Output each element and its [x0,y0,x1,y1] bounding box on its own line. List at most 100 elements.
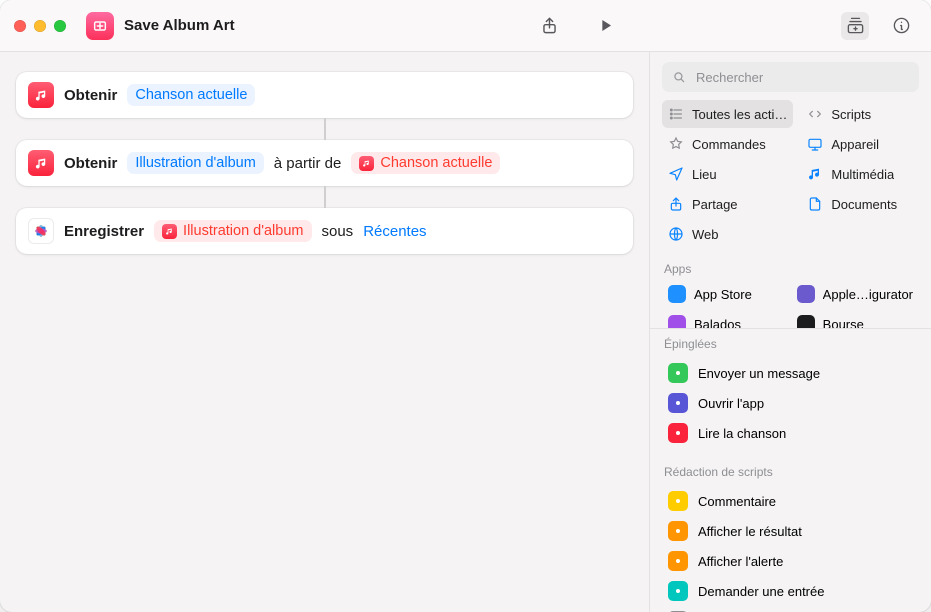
apps-section-title: Apps [650,254,931,280]
library-action-item[interactable]: Afficher l'alerte [662,547,919,575]
category-item[interactable]: Appareil [801,130,919,158]
app-item[interactable]: Bourse [791,310,919,328]
scripting-list: Commentaire Afficher le résultat Afficher … [650,483,931,612]
library-action-item[interactable]: Envoyer un message [662,359,919,387]
media-icon [807,166,823,182]
app-label: Bourse [823,317,864,329]
pinned-list: Envoyer un message Ouvrir l'app Lire la ch… [650,355,931,457]
script-icon [807,106,823,122]
category-label: Appareil [831,137,879,152]
action-row-label: Envoyer un message [698,366,820,381]
category-grid: Toutes les acti… Scripts Commandes Appareil… [650,100,931,254]
action-row-label: Ouvrir l'app [698,396,764,411]
library-action-item[interactable]: Commentaire [662,487,919,515]
music-mini-icon [162,224,177,239]
star-icon [668,136,684,152]
category-item[interactable]: Multimédia [801,160,919,188]
shortcut-icon [86,12,114,40]
action-row-icon [668,551,688,571]
library-action-item[interactable]: Ouvrir l'app [662,389,919,417]
action-connector [324,118,326,140]
zoom-window-button[interactable] [54,20,66,32]
library-toggle-button[interactable] [841,12,869,40]
library-action-item[interactable]: Afficher le résultat [662,517,919,545]
app-label: App Store [694,287,752,302]
category-label: Partage [692,197,738,212]
share-icon [668,196,684,212]
category-label: Multimédia [831,167,894,182]
action-text: à partir de [274,155,342,172]
action-verb: Obtenir [64,155,117,172]
search-field[interactable] [662,62,919,92]
scripting-section-title: Rédaction de scripts [650,457,931,483]
action-save-to-photos[interactable]: Enregistrer Illustration d'album sous Ré… [16,208,633,254]
action-row-label: Demander une entrée [698,584,824,599]
minimize-window-button[interactable] [34,20,46,32]
close-window-button[interactable] [14,20,26,32]
toolbar-actions [535,12,619,40]
action-row-label: Afficher le résultat [698,524,802,539]
library-action-item[interactable]: Demander une entrée [662,577,919,605]
category-label: Web [692,227,719,242]
share-button[interactable] [535,12,563,40]
action-row-icon [668,363,688,383]
action-row-icon [668,521,688,541]
category-item[interactable]: Scripts [801,100,919,128]
app-icon [668,315,686,328]
app-item[interactable]: Balados [662,310,783,328]
toolbar: Save Album Art [0,0,931,52]
action-row-icon [668,581,688,601]
action-row-icon [668,491,688,511]
photos-app-icon [28,218,54,244]
pinned-section-title: Épinglées [650,329,931,355]
device-icon [807,136,823,152]
category-item[interactable]: Partage [662,190,793,218]
editor-canvas[interactable]: Obtenir Chanson actuelle Obtenir Illustr… [0,52,649,612]
category-item[interactable]: Toutes les acti… [662,100,793,128]
info-button[interactable] [887,12,915,40]
run-button[interactable] [591,12,619,40]
music-app-icon [28,82,54,108]
loc-icon [668,166,684,182]
category-item[interactable]: Documents [801,190,919,218]
action-row-icon [668,423,688,443]
apps-grid: App Store Apple…igurator Balados Bourse [650,280,931,328]
category-item[interactable]: Commandes [662,130,793,158]
web-icon [668,226,684,242]
app-icon [797,315,815,328]
action-connector [324,186,326,208]
action-param[interactable]: Chanson actuelle [127,84,255,106]
action-param[interactable]: Récentes [363,223,426,240]
category-label: Scripts [831,107,871,122]
app-icon [797,285,815,303]
category-label: Commandes [692,137,766,152]
actions-library-sidebar: Toutes les acti… Scripts Commandes Appareil… [649,52,931,612]
category-label: Lieu [692,167,717,182]
library-action-item[interactable]: Compter [662,607,919,612]
action-variable[interactable]: Illustration d'album [154,220,311,242]
action-text: sous [322,223,354,240]
window-controls [14,20,66,32]
action-row-label: Afficher l'alerte [698,554,783,569]
shortcuts-editor-window: Save Album Art [0,0,931,612]
list-icon [668,106,684,122]
category-item[interactable]: Web [662,220,793,248]
action-variable[interactable]: Chanson actuelle [351,152,500,174]
shortcut-title[interactable]: Save Album Art [124,17,235,34]
action-row-label: Commentaire [698,494,776,509]
category-item[interactable]: Lieu [662,160,793,188]
category-label: Documents [831,197,897,212]
action-row-label: Lire la chanson [698,426,786,441]
action-row-icon [668,393,688,413]
music-app-icon [28,150,54,176]
app-item[interactable]: Apple…igurator [791,280,919,308]
toolbar-sidebar-controls [635,12,917,40]
app-label: Balados [694,317,741,329]
library-action-item[interactable]: Lire la chanson [662,419,919,447]
action-get-album-art[interactable]: Obtenir Illustration d'album à partir de… [16,140,633,186]
action-param[interactable]: Illustration d'album [127,152,263,174]
action-get-current-song[interactable]: Obtenir Chanson actuelle [16,72,633,118]
search-input[interactable] [694,69,909,86]
doc-icon [807,196,823,212]
app-item[interactable]: App Store [662,280,783,308]
